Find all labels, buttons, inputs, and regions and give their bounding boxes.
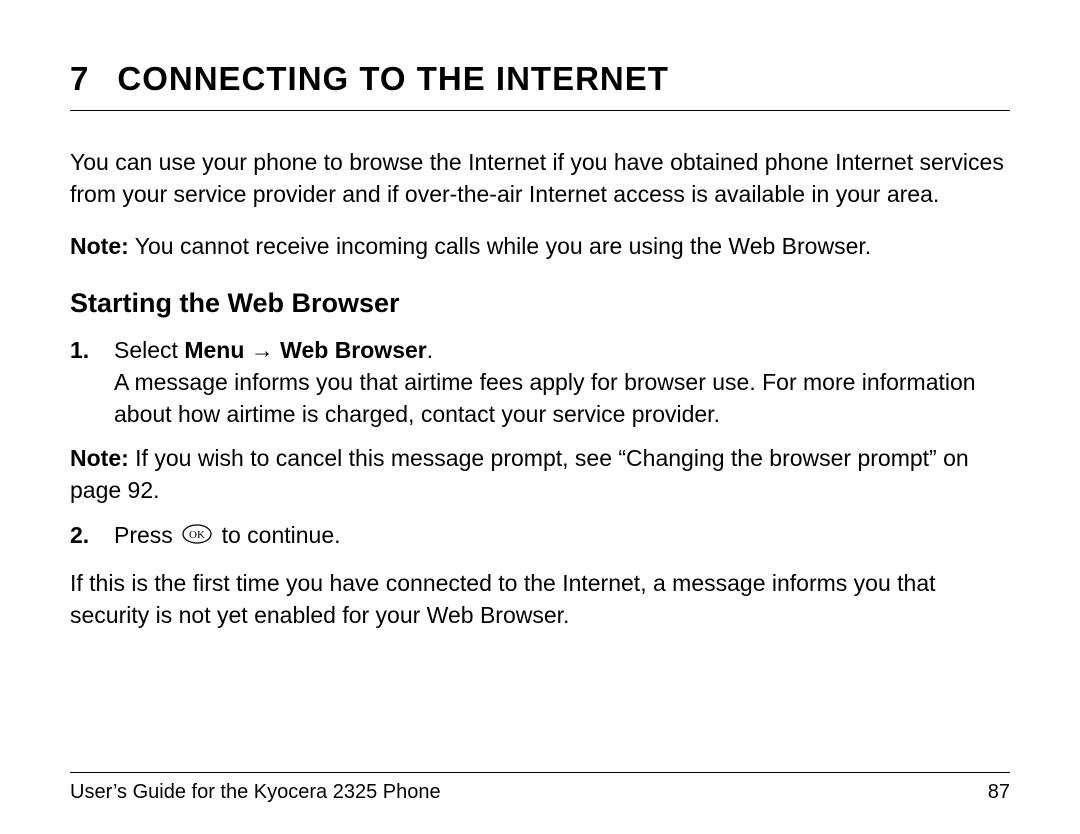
chapter-heading: 7 CONNECTING TO THE INTERNET: [70, 60, 1010, 111]
note-label: Note:: [70, 233, 129, 259]
footer-title: User’s Guide for the Kyocera 2325 Phone: [70, 781, 441, 804]
page-footer: User’s Guide for the Kyocera 2325 Phone …: [70, 772, 1010, 804]
arrow-icon: →: [244, 337, 280, 363]
intro-paragraph: You can use your phone to browse the Int…: [70, 146, 1010, 210]
step-number: 2.: [70, 519, 114, 553]
step-period: .: [427, 337, 433, 363]
note-label: Note:: [70, 445, 129, 471]
note-paragraph-2: Note: If you wish to cancel this message…: [70, 442, 1010, 506]
menu-label: Menu: [184, 337, 244, 363]
ok-button-icon: OK: [182, 520, 212, 552]
step-description: A message informs you that airtime fees …: [114, 369, 976, 427]
step-prefix: Select: [114, 337, 184, 363]
note-text: If you wish to cancel this message promp…: [70, 445, 969, 503]
page-number: 87: [988, 781, 1010, 804]
svg-text:OK: OK: [189, 529, 205, 541]
note-paragraph-1: Note: You cannot receive incoming calls …: [70, 230, 1010, 262]
chapter-number: 7: [70, 60, 89, 98]
step-body: Press OK to continue.: [114, 519, 1010, 553]
steps-list: 1. Select Menu → Web Browser. A message …: [70, 334, 1010, 431]
step-body: Select Menu → Web Browser. A message inf…: [114, 334, 1010, 431]
step-1: 1. Select Menu → Web Browser. A message …: [70, 334, 1010, 431]
chapter-title: CONNECTING TO THE INTERNET: [117, 60, 669, 97]
step-prefix: Press: [114, 522, 179, 548]
steps-list-continued: 2. Press OK to continue.: [70, 519, 1010, 553]
section-heading: Starting the Web Browser: [70, 288, 1010, 319]
step-2: 2. Press OK to continue.: [70, 519, 1010, 553]
step-number: 1.: [70, 334, 114, 431]
post-paragraph: If this is the first time you have conne…: [70, 567, 1010, 631]
step-suffix: to continue.: [215, 522, 340, 548]
note-text: You cannot receive incoming calls while …: [129, 233, 871, 259]
browser-label: Web Browser: [280, 337, 427, 363]
